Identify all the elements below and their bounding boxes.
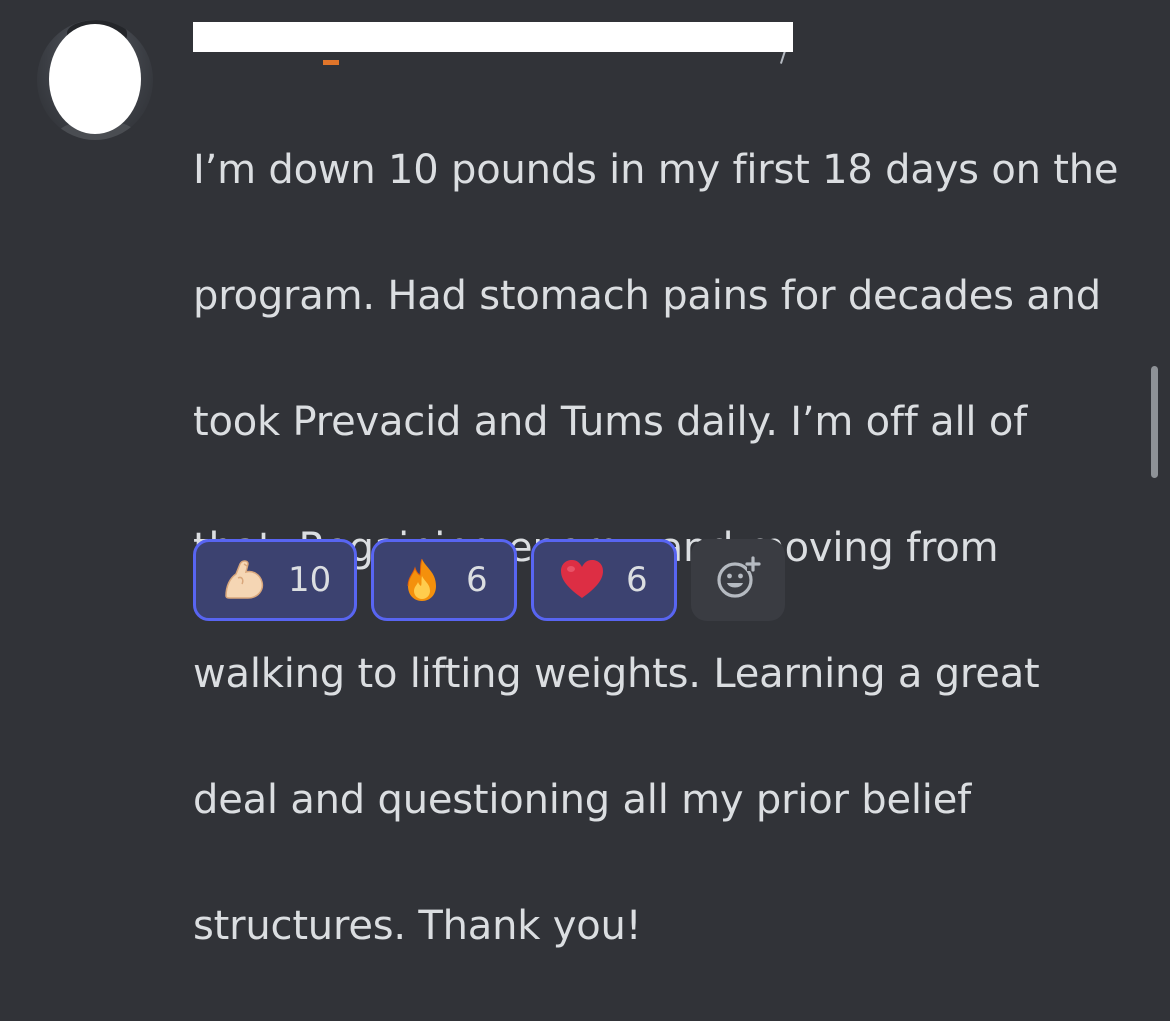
reaction-flexed-biceps[interactable]: 10	[193, 539, 357, 621]
message-line: program. Had stomach pains for decades a…	[193, 273, 1101, 319]
message-line: walking to lifting weights. Learning a g…	[193, 651, 1040, 697]
red-heart-icon	[558, 556, 606, 604]
reaction-count: 10	[288, 560, 332, 600]
chat-message: I’m down 10 pounds in my first 18 days o…	[0, 0, 1170, 949]
username-underline	[323, 60, 339, 65]
message-header	[193, 22, 813, 65]
scrollbar[interactable]	[1151, 366, 1158, 478]
flexed-biceps-icon	[220, 556, 268, 604]
message-line: structures. Thank you!	[193, 903, 642, 949]
avatar-redaction	[49, 24, 141, 134]
smile-plus-icon	[715, 555, 761, 605]
reaction-count: 6	[466, 560, 488, 600]
message-line: deal and questioning all my prior belief	[193, 777, 971, 823]
avatar[interactable]	[37, 20, 153, 140]
reactions-bar: 10 6 6	[193, 539, 785, 621]
fire-icon	[398, 556, 446, 604]
reaction-red-heart[interactable]: 6	[531, 539, 677, 621]
reaction-fire[interactable]: 6	[371, 539, 517, 621]
message-line: I’m down 10 pounds in my first 18 days o…	[193, 147, 1119, 193]
add-reaction-button[interactable]	[691, 539, 785, 621]
username-redaction	[193, 22, 793, 52]
reaction-count: 6	[626, 560, 648, 600]
message-line: took Prevacid and Tums daily. I’m off al…	[193, 399, 1027, 445]
